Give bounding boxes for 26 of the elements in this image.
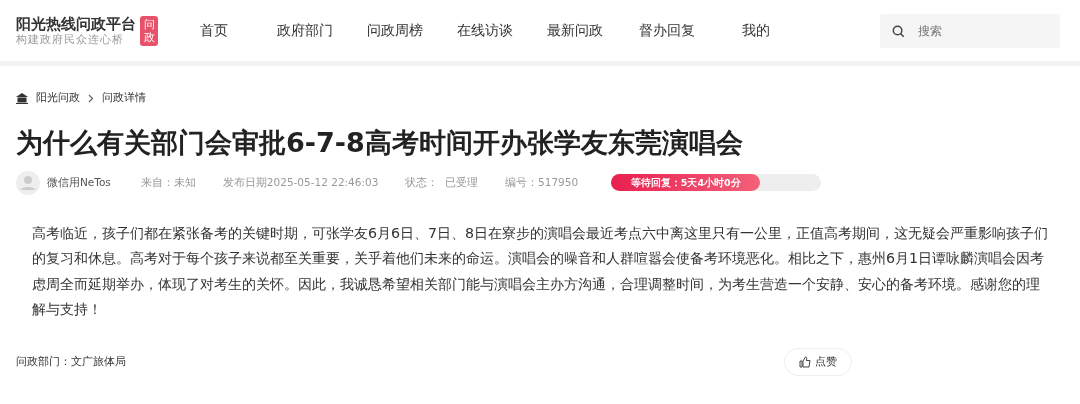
like-button[interactable]: 点赞: [784, 347, 852, 377]
author-name: 微信用NeTos: [47, 175, 111, 190]
logo-badge: 问政: [140, 15, 158, 46]
status-text: 状态： 已受理: [405, 175, 479, 190]
breadcrumb-current: 问政详情: [102, 90, 146, 106]
publish-date: 发布日期2025-05-12 22:46:03: [222, 175, 379, 190]
nav-link[interactable]: 政府部门: [277, 20, 333, 41]
nav-link[interactable]: 首页: [200, 20, 228, 41]
nav-link[interactable]: 我的: [742, 20, 770, 41]
source-text: 来自：未知: [140, 175, 196, 190]
nav-link[interactable]: 问政周榜: [367, 20, 423, 41]
site-slogan: 构建政府民众连心桥: [16, 32, 125, 47]
reply-wait-fill: 等待回复：5天4小时0分: [611, 174, 761, 192]
nav-link[interactable]: 在线访谈: [457, 20, 513, 41]
chevron-icon: [88, 93, 94, 103]
question-body: 高考临近，孩子们都在紧张备考的关键时期，可张学友6月6日、7日、8日在寮步的演唱会最近考点六中离这里只有一公里，正值高考期间，这无疑会严重影响孩子们的复习和休息。高考对于每个孩子来说都至关重要，关乎着他们未来的命运。演唱会的噪音和人群喧嚣会使备考环境恶化。相比之下，惠州6月1日谭咏麟演唱会因考虑周全而延期举办，体现了对考生的关怀。因此，我诚恳希望相关部门能与演唱会主办方沟通，合理调整时间，为考生营造一个安静、安心的备考环境。感谢您的理解与支持！: [31, 223, 1050, 320]
nav-link[interactable]: 最新问政: [547, 20, 603, 41]
breadcrumb-link[interactable]: 阳光问政: [36, 90, 80, 107]
avatar-icon: [16, 170, 40, 195]
question-title: 为什么有关部门会审批6-7-8高考时间开办张学友东莞演唱会: [16, 126, 744, 159]
thumbs-up-icon: [799, 356, 811, 369]
home-icon: [16, 92, 28, 104]
site-title[interactable]: 阳光热线问政平台: [16, 14, 136, 33]
department-text: 问政部门：文广旅体局: [16, 354, 126, 370]
nav-link[interactable]: 督办回复: [639, 20, 695, 41]
question-number: 编号：517950: [505, 175, 579, 190]
